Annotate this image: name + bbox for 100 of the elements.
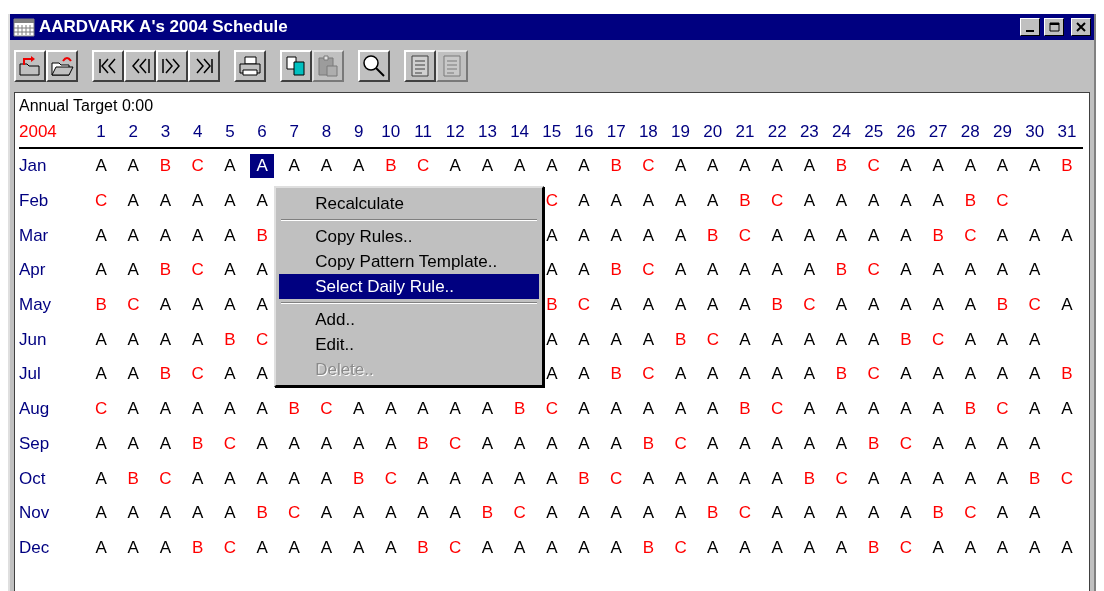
schedule-cell[interactable]: A <box>572 397 596 422</box>
schedule-cell[interactable]: C <box>539 397 564 422</box>
schedule-cell[interactable]: A <box>250 431 274 456</box>
schedule-cell[interactable]: A <box>733 293 757 318</box>
schedule-cell[interactable]: A <box>604 327 628 352</box>
schedule-cell[interactable]: A <box>862 293 886 318</box>
schedule-cell[interactable]: A <box>733 327 757 352</box>
schedule-cell[interactable]: A <box>250 154 274 179</box>
schedule-cell[interactable]: B <box>829 154 854 179</box>
schedule-cell[interactable]: A <box>443 397 467 422</box>
schedule-cell[interactable]: A <box>379 431 403 456</box>
schedule-cell[interactable]: A <box>411 397 435 422</box>
schedule-cell[interactable]: A <box>121 258 145 283</box>
schedule-cell[interactable]: A <box>862 466 886 491</box>
schedule-cell[interactable]: B <box>507 397 532 422</box>
schedule-cell[interactable]: A <box>958 362 982 387</box>
schedule-cell[interactable]: C <box>829 466 854 491</box>
schedule-cell[interactable]: A <box>604 397 628 422</box>
schedule-cell[interactable]: B <box>733 189 757 214</box>
schedule-cell[interactable]: B <box>186 535 210 560</box>
toolbar-button[interactable] <box>124 50 156 82</box>
schedule-cell[interactable]: A <box>346 501 371 526</box>
schedule-cell[interactable]: A <box>475 431 500 456</box>
schedule-cell[interactable]: A <box>507 535 532 560</box>
schedule-cell[interactable]: A <box>636 327 661 352</box>
schedule-cell[interactable]: A <box>733 154 757 179</box>
schedule-cell[interactable]: A <box>572 535 596 560</box>
schedule-cell[interactable]: A <box>829 431 854 456</box>
schedule-cell[interactable]: A <box>990 466 1015 491</box>
schedule-cell[interactable]: A <box>1055 223 1079 248</box>
schedule-cell[interactable]: A <box>894 154 918 179</box>
schedule-cell[interactable]: B <box>572 466 596 491</box>
schedule-cell[interactable]: A <box>1023 327 1047 352</box>
schedule-cell[interactable]: A <box>765 535 789 560</box>
schedule-cell[interactable]: A <box>443 466 467 491</box>
schedule-cell[interactable]: A <box>186 327 210 352</box>
schedule-cell[interactable]: A <box>958 154 982 179</box>
schedule-cell[interactable]: B <box>250 501 274 526</box>
schedule-cell[interactable]: B <box>282 397 306 422</box>
schedule-cell[interactable]: A <box>218 189 242 214</box>
schedule-cell[interactable]: A <box>668 189 693 214</box>
schedule-cell[interactable]: C <box>507 501 532 526</box>
schedule-cell[interactable]: C <box>604 466 629 491</box>
schedule-cell[interactable]: A <box>894 258 918 283</box>
menu-item[interactable]: Recalculate <box>279 191 539 216</box>
menu-item[interactable]: Edit.. <box>279 332 539 357</box>
schedule-cell[interactable]: C <box>926 327 951 352</box>
schedule-cell[interactable]: A <box>636 293 661 318</box>
schedule-cell[interactable]: A <box>121 535 145 560</box>
schedule-cell[interactable]: B <box>958 189 982 214</box>
schedule-cell[interactable]: C <box>217 431 242 456</box>
schedule-cell[interactable]: A <box>121 501 145 526</box>
schedule-cell[interactable]: A <box>121 397 145 422</box>
schedule-cell[interactable]: A <box>218 501 242 526</box>
schedule-cell[interactable]: A <box>572 327 596 352</box>
schedule-cell[interactable]: A <box>250 293 274 318</box>
maximize-button[interactable] <box>1044 18 1064 36</box>
schedule-cell[interactable]: A <box>218 466 242 491</box>
schedule-cell[interactable]: A <box>121 431 145 456</box>
schedule-cell[interactable]: A <box>894 501 918 526</box>
toolbar-button[interactable] <box>280 50 312 82</box>
schedule-cell[interactable]: A <box>250 189 274 214</box>
schedule-cell[interactable]: A <box>990 362 1015 387</box>
schedule-cell[interactable]: A <box>797 327 821 352</box>
schedule-cell[interactable]: A <box>894 223 918 248</box>
schedule-cell[interactable]: A <box>797 258 821 283</box>
schedule-cell[interactable]: A <box>250 535 274 560</box>
schedule-cell[interactable]: A <box>604 189 628 214</box>
schedule-cell[interactable]: C <box>732 223 758 248</box>
schedule-cell[interactable]: B <box>604 258 628 283</box>
schedule-cell[interactable]: A <box>572 431 596 456</box>
schedule-cell[interactable]: A <box>604 293 628 318</box>
schedule-cell[interactable]: B <box>250 223 274 248</box>
schedule-cell[interactable]: A <box>733 466 757 491</box>
toolbar-button[interactable] <box>14 50 46 82</box>
schedule-cell[interactable]: A <box>153 189 178 214</box>
schedule-cell[interactable]: A <box>894 189 918 214</box>
schedule-cell[interactable]: A <box>507 431 532 456</box>
schedule-cell[interactable]: A <box>572 501 596 526</box>
schedule-cell[interactable]: C <box>636 258 661 283</box>
schedule-cell[interactable]: A <box>1023 397 1047 422</box>
schedule-cell[interactable]: B <box>218 327 242 352</box>
schedule-cell[interactable]: A <box>797 431 821 456</box>
schedule-cell[interactable]: A <box>829 397 854 422</box>
schedule-cell[interactable]: A <box>540 327 564 352</box>
schedule-cell[interactable]: B <box>121 466 145 491</box>
toolbar-button[interactable] <box>92 50 124 82</box>
schedule-cell[interactable]: A <box>379 501 403 526</box>
schedule-cell[interactable]: A <box>153 431 178 456</box>
toolbar-button[interactable] <box>156 50 188 82</box>
schedule-cell[interactable]: A <box>636 223 661 248</box>
schedule-cell[interactable]: A <box>958 431 982 456</box>
schedule-cell[interactable]: A <box>765 362 789 387</box>
schedule-cell[interactable]: A <box>218 397 242 422</box>
schedule-cell[interactable]: A <box>89 466 113 491</box>
schedule-cell[interactable]: B <box>990 293 1015 318</box>
schedule-cell[interactable]: A <box>990 327 1015 352</box>
schedule-cell[interactable]: A <box>668 223 693 248</box>
schedule-cell[interactable]: B <box>668 327 693 352</box>
schedule-cell[interactable]: A <box>186 223 210 248</box>
